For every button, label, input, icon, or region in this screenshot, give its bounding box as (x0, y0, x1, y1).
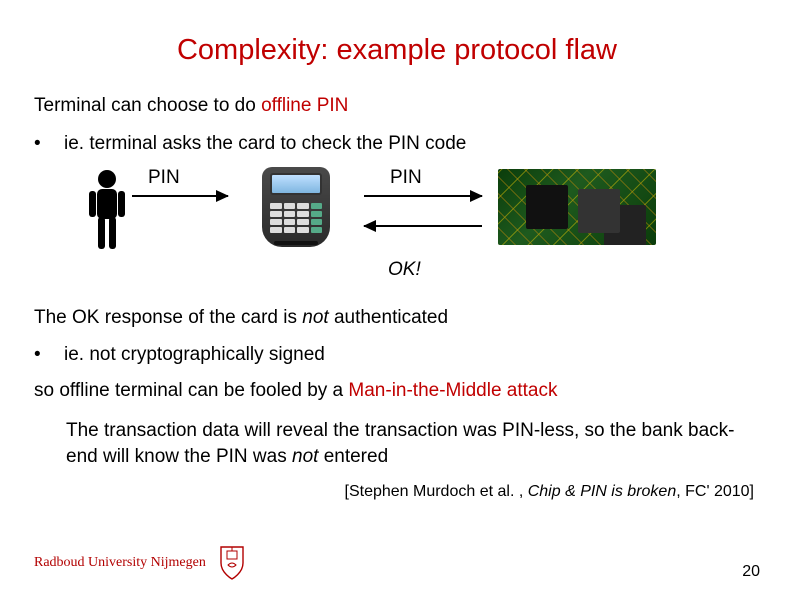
university-branding: Radboud University Nijmegen (34, 545, 246, 581)
mitm-line: so offline terminal can be fooled by a M… (34, 378, 760, 404)
bullet-2: • ie. not cryptographically signed (34, 344, 760, 366)
person-icon (86, 169, 128, 258)
text: The OK response of the card is (34, 307, 302, 328)
bullet-text: ie. not cryptographically signed (64, 344, 325, 366)
pos-terminal-icon (244, 167, 348, 249)
university-name: Radboud University Nijmegen (34, 555, 206, 571)
citation-title: Chip & PIN is broken (528, 483, 677, 500)
protocol-diagram: PIN PIN OK! (86, 167, 760, 295)
auth-line: The OK response of the card is not authe… (34, 305, 760, 331)
pin-label-a: PIN (148, 167, 180, 189)
citation-a: [Stephen Murdoch et al. , (345, 483, 528, 500)
citation: [Stephen Murdoch et al. , Chip & PIN is … (34, 483, 760, 501)
text: Terminal can choose to do (34, 95, 261, 116)
text: The transaction data will reveal the tra… (66, 420, 735, 467)
not-text: not (302, 307, 328, 328)
bullet-1: • ie. terminal asks the card to check th… (34, 133, 760, 155)
pin-label-b: PIN (390, 167, 422, 189)
slide: Complexity: example protocol flaw Termin… (0, 0, 794, 595)
transaction-line: The transaction data will reveal the tra… (66, 418, 760, 469)
bullet-dot: • (34, 133, 64, 155)
text: entered (318, 446, 388, 467)
citation-c: , FC' 2010] (676, 483, 754, 500)
ok-label: OK! (388, 259, 421, 281)
page-number: 20 (742, 563, 760, 581)
not-text: not (292, 446, 318, 467)
intro-line: Terminal can choose to do offline PIN (34, 93, 760, 119)
card-pcb-icon (498, 169, 656, 245)
arrow-terminal-to-card (364, 195, 482, 197)
bullet-dot: • (34, 344, 64, 366)
mitm-text: Man-in-the-Middle attack (348, 380, 557, 401)
university-shield-icon (218, 545, 246, 581)
text: so offline terminal can be fooled by a (34, 380, 348, 401)
slide-title: Complexity: example protocol flaw (34, 34, 760, 67)
footer: Radboud University Nijmegen 20 (34, 545, 760, 581)
offline-pin-text: offline PIN (261, 95, 348, 116)
arrow-card-to-terminal (364, 225, 482, 227)
arrow-person-to-terminal (132, 195, 228, 197)
text: authenticated (329, 307, 448, 328)
bullet-text: ie. terminal asks the card to check the … (64, 133, 466, 155)
